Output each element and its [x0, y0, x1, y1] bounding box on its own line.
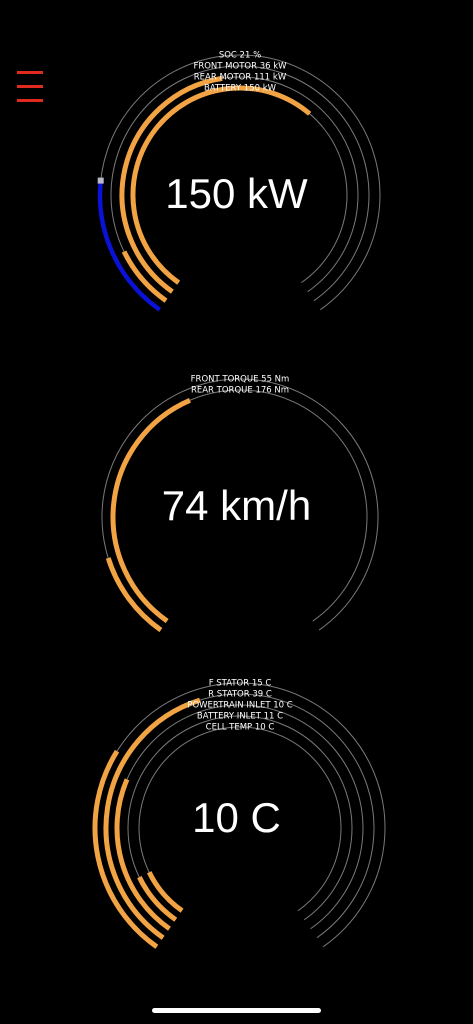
- dashboard-screen: SOC 21 % FRONT MOTOR 36 kW REAR MOTOR 111 …: [0, 0, 473, 1024]
- temp-ring-label: BATTERY INLET 11 C: [197, 712, 283, 722]
- torque-ring-label: REAR TORQUE 176 Nm: [191, 386, 289, 396]
- temp-ring-label: CELL TEMP 10 C: [206, 723, 275, 733]
- temp-ring-fill: [146, 871, 184, 913]
- home-indicator[interactable]: [152, 1008, 321, 1013]
- temperature-value: 10 C: [192, 794, 281, 841]
- temp-ring-label: POWERTRAIN INLET 10 C: [187, 701, 292, 711]
- power-value: 150 kW: [165, 170, 308, 217]
- temperature-gauge: F STATOR 15 CR STATOR 39 C POWERTRAIN INL…: [0, 670, 473, 990]
- temp-ring-label: F STATOR 15 C: [209, 679, 272, 689]
- speed-value: 74 km/h: [161, 482, 312, 529]
- power-gauge: SOC 21 % FRONT MOTOR 36 kW REAR MOTOR 111 …: [0, 51, 473, 375]
- power-ring-label: BATTERY 150 kW: [204, 84, 277, 94]
- power-ring-label: FRONT MOTOR 36 kW: [193, 62, 287, 72]
- temp-ring-label: R STATOR 39 C: [208, 690, 272, 700]
- torque-ring-fill: [105, 557, 163, 633]
- speed-gauge: FRONT TORQUE 55 Nm REAR TORQUE 176 Nm 74 …: [0, 365, 473, 685]
- power-ring-label: REAR MOTOR 111 kW: [194, 73, 287, 83]
- power-ring-label: SOC 21 %: [219, 51, 261, 61]
- power-ring-fill: [121, 250, 168, 303]
- torque-ring-label: FRONT TORQUE 55 Nm: [191, 375, 290, 385]
